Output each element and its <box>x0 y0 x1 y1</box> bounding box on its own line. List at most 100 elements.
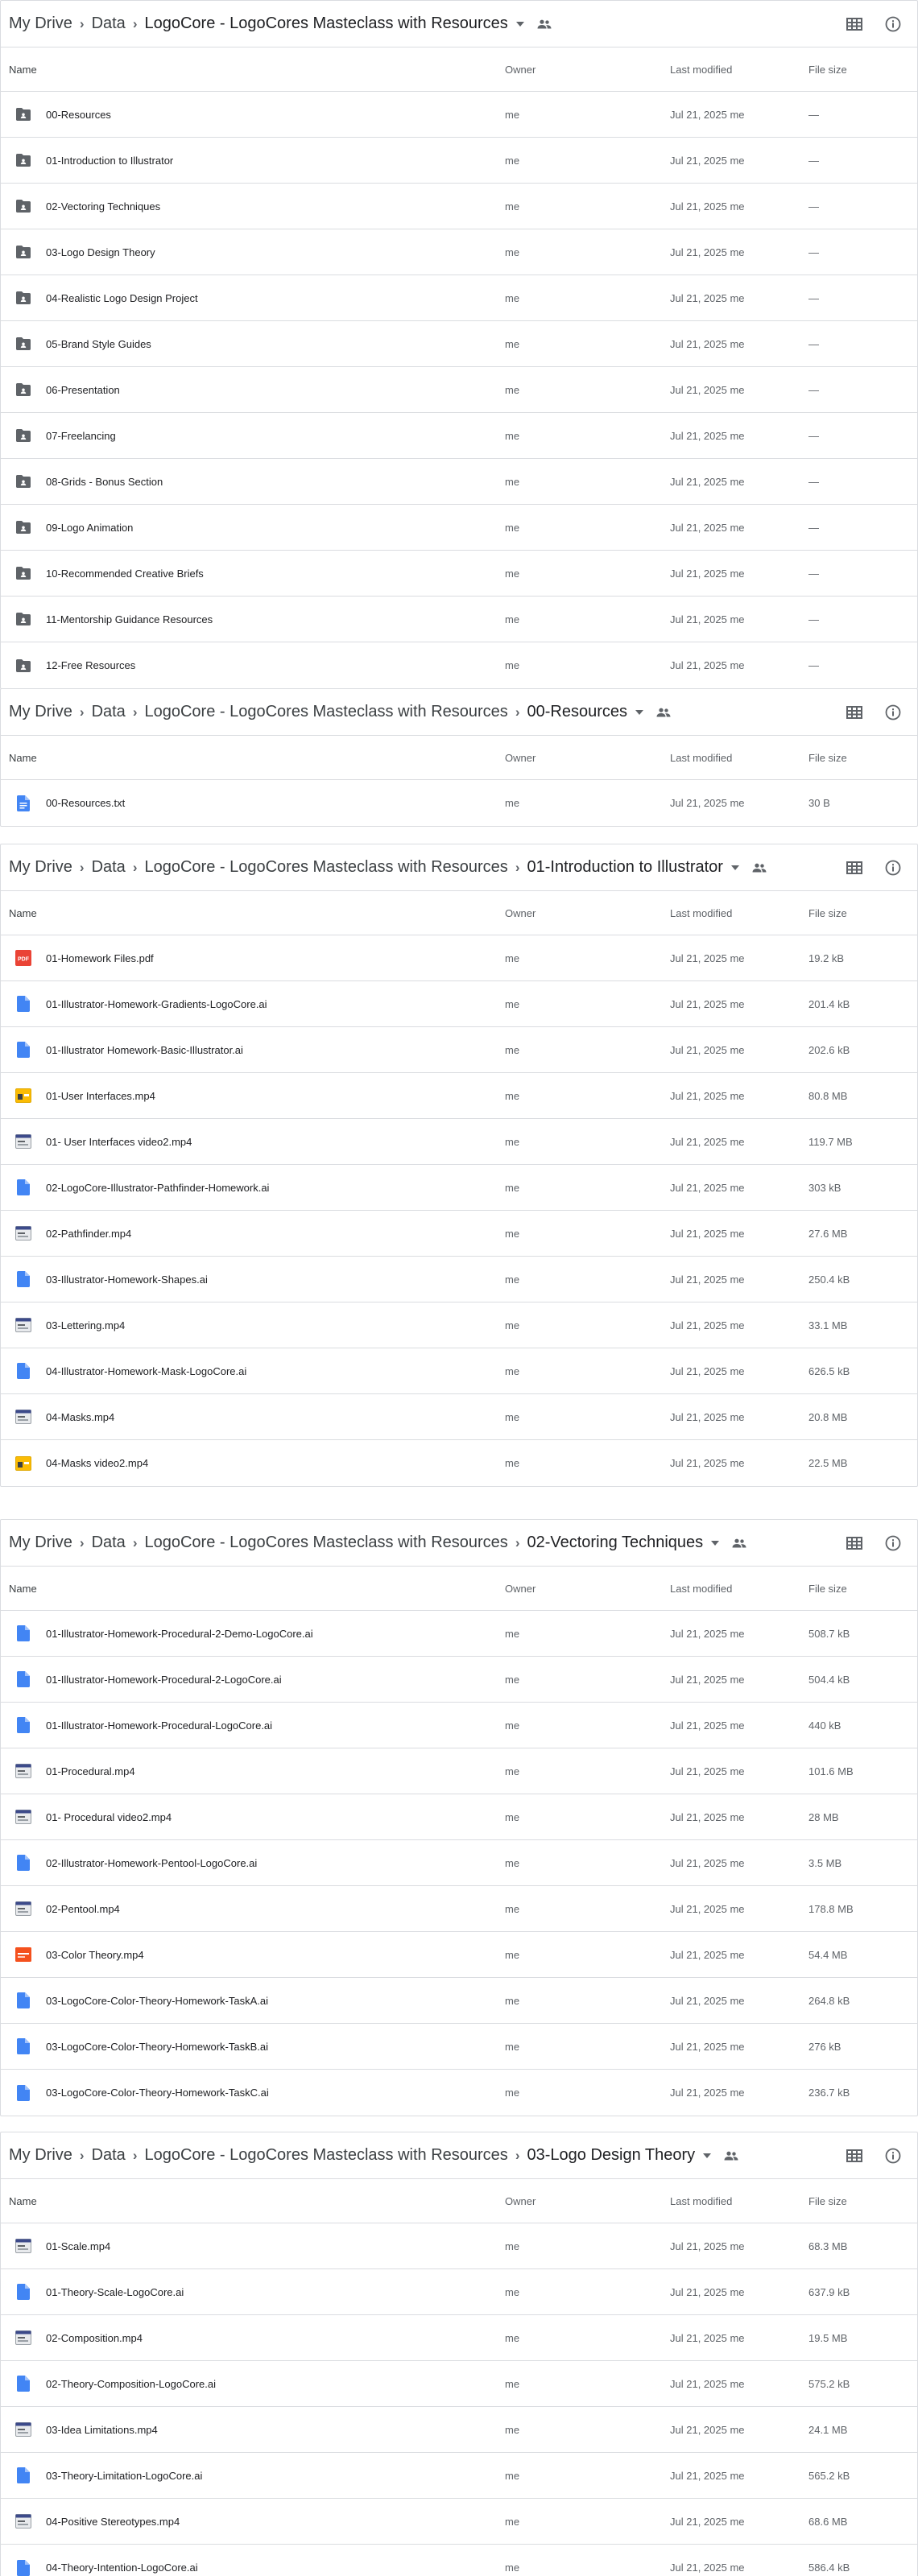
dropdown-arrow-icon[interactable] <box>515 21 524 27</box>
file-row[interactable]: 03-LogoCore-Color-Theory-Homework-TaskA.… <box>1 1978 917 2024</box>
file-name[interactable]: 09-Logo Animation <box>46 522 133 534</box>
file-row[interactable]: 02-Pathfinder.mp4 me Jul 21, 2025 me 27.… <box>1 1211 917 1257</box>
file-row[interactable]: 01- User Interfaces video2.mp4 me Jul 21… <box>1 1119 917 1165</box>
file-name[interactable]: 03-Lettering.mp4 <box>46 1319 125 1331</box>
breadcrumb-item[interactable]: My Drive <box>9 703 72 721</box>
breadcrumb-item[interactable]: LogoCore - LogoCores Masteclass with Res… <box>144 703 507 721</box>
file-name[interactable]: 12-Free Resources <box>46 659 135 671</box>
info-icon[interactable] <box>877 2140 909 2172</box>
file-name[interactable]: 03-Logo Design Theory <box>46 246 155 258</box>
file-name[interactable]: 03-LogoCore-Color-Theory-Homework-TaskA.… <box>46 1995 268 2007</box>
file-row[interactable]: 02-Pentool.mp4 me Jul 21, 2025 me 178.8 … <box>1 1886 917 1932</box>
column-header-owner[interactable]: Owner <box>505 64 670 76</box>
breadcrumb-item[interactable]: Data <box>92 1534 126 1552</box>
file-name[interactable]: 04-Realistic Logo Design Project <box>46 292 198 304</box>
file-row[interactable]: 03-Lettering.mp4 me Jul 21, 2025 me 33.1… <box>1 1302 917 1348</box>
column-header-owner[interactable]: Owner <box>505 1583 670 1595</box>
file-name[interactable]: 03-Theory-Limitation-LogoCore.ai <box>46 2470 202 2482</box>
file-name[interactable]: 01-Illustrator-Homework-Procedural-2-Log… <box>46 1674 282 1686</box>
file-name[interactable]: 01-Illustrator Homework-Basic-Illustrato… <box>46 1044 243 1056</box>
dropdown-arrow-icon[interactable] <box>730 865 739 870</box>
file-row[interactable]: 10-Recommended Creative Briefs me Jul 21… <box>1 551 917 597</box>
file-row[interactable]: 01-Illustrator-Homework-Procedural-2-Log… <box>1 1657 917 1703</box>
breadcrumb-item[interactable]: My Drive <box>9 2146 72 2165</box>
file-row[interactable]: 01-Illustrator-Homework-Procedural-LogoC… <box>1 1703 917 1748</box>
file-row[interactable]: 00-Resources.txt me Jul 21, 2025 me 30 B <box>1 780 917 826</box>
column-header-name[interactable]: Name <box>1 64 505 76</box>
file-row[interactable]: 04-Positive Stereotypes.mp4 me Jul 21, 2… <box>1 2499 917 2545</box>
file-row[interactable]: 11-Mentorship Guidance Resources me Jul … <box>1 597 917 642</box>
file-name[interactable]: 07-Freelancing <box>46 430 116 442</box>
file-name[interactable]: 02-Vectoring Techniques <box>46 200 160 213</box>
file-name[interactable]: 05-Brand Style Guides <box>46 338 151 350</box>
file-name[interactable]: 01-Illustrator-Homework-Procedural-LogoC… <box>46 1719 272 1732</box>
breadcrumb-item[interactable]: Data <box>92 703 126 721</box>
breadcrumb-item[interactable]: LogoCore - LogoCores Masteclass with Res… <box>144 1534 507 1552</box>
column-header-modified[interactable]: Last modified <box>670 64 808 76</box>
file-name[interactable]: 01-Illustrator-Homework-Gradients-LogoCo… <box>46 998 267 1010</box>
file-name[interactable]: 02-LogoCore-Illustrator-Pathfinder-Homew… <box>46 1182 269 1194</box>
column-header-size[interactable]: File size <box>808 907 917 919</box>
file-row[interactable]: 01-Theory-Scale-LogoCore.ai me Jul 21, 2… <box>1 2269 917 2315</box>
file-name[interactable]: 02-Illustrator-Homework-Pentool-LogoCore… <box>46 1857 257 1869</box>
column-header-modified[interactable]: Last modified <box>670 2195 808 2207</box>
dropdown-arrow-icon[interactable] <box>635 709 643 715</box>
file-row[interactable]: 09-Logo Animation me Jul 21, 2025 me — <box>1 505 917 551</box>
file-row[interactable]: 03-Illustrator-Homework-Shapes.ai me Jul… <box>1 1257 917 1302</box>
file-name[interactable]: 03-Color Theory.mp4 <box>46 1949 144 1961</box>
breadcrumb-item[interactable]: 02-Vectoring Techniques <box>527 1534 703 1552</box>
file-name[interactable]: 01-Scale.mp4 <box>46 2240 110 2252</box>
breadcrumb-item[interactable]: My Drive <box>9 1534 72 1552</box>
breadcrumb-item[interactable]: 03-Logo Design Theory <box>527 2146 695 2165</box>
column-header-name[interactable]: Name <box>1 907 505 919</box>
grid-view-icon[interactable] <box>838 8 870 40</box>
file-name[interactable]: 01-Procedural.mp4 <box>46 1765 135 1777</box>
dropdown-arrow-icon[interactable] <box>711 1540 720 1546</box>
breadcrumb-item[interactable]: My Drive <box>9 14 72 33</box>
breadcrumb-item[interactable]: LogoCore - LogoCores Masteclass with Res… <box>144 2146 507 2165</box>
file-name[interactable]: 01- Procedural video2.mp4 <box>46 1811 172 1823</box>
file-row[interactable]: PDF 01-Homework Files.pdf me Jul 21, 202… <box>1 935 917 981</box>
info-icon[interactable] <box>877 852 909 884</box>
column-header-owner[interactable]: Owner <box>505 2195 670 2207</box>
file-name[interactable]: 06-Presentation <box>46 384 120 396</box>
info-icon[interactable] <box>877 8 909 40</box>
file-row[interactable]: 07-Freelancing me Jul 21, 2025 me — <box>1 413 917 459</box>
file-row[interactable]: 03-Theory-Limitation-LogoCore.ai me Jul … <box>1 2453 917 2499</box>
file-row[interactable]: 03-Idea Limitations.mp4 me Jul 21, 2025 … <box>1 2407 917 2453</box>
file-name[interactable]: 04-Illustrator-Homework-Mask-LogoCore.ai <box>46 1365 246 1377</box>
file-name[interactable]: 00-Resources <box>46 109 111 121</box>
file-row[interactable]: 04-Realistic Logo Design Project me Jul … <box>1 275 917 321</box>
file-row[interactable]: 01-Illustrator-Homework-Gradients-LogoCo… <box>1 981 917 1027</box>
file-name[interactable]: 01-Illustrator-Homework-Procedural-2-Dem… <box>46 1628 313 1640</box>
file-name[interactable]: 01-User Interfaces.mp4 <box>46 1090 155 1102</box>
file-row[interactable]: 06-Presentation me Jul 21, 2025 me — <box>1 367 917 413</box>
file-row[interactable]: 01- Procedural video2.mp4 me Jul 21, 202… <box>1 1794 917 1840</box>
file-name[interactable]: 02-Composition.mp4 <box>46 2332 143 2344</box>
file-row[interactable]: 01-Scale.mp4 me Jul 21, 2025 me 68.3 MB <box>1 2223 917 2269</box>
file-row[interactable]: 04-Masks video2.mp4 me Jul 21, 2025 me 2… <box>1 1440 917 1486</box>
breadcrumb-item[interactable]: 00-Resources <box>527 703 627 721</box>
column-header-modified[interactable]: Last modified <box>670 752 808 764</box>
file-row[interactable]: 03-Color Theory.mp4 me Jul 21, 2025 me 5… <box>1 1932 917 1978</box>
file-name[interactable]: 04-Theory-Intention-LogoCore.ai <box>46 2562 198 2574</box>
file-name[interactable]: 03-Illustrator-Homework-Shapes.ai <box>46 1274 208 1286</box>
file-name[interactable]: 03-LogoCore-Color-Theory-Homework-TaskC.… <box>46 2087 269 2099</box>
file-row[interactable]: 01-Introduction to Illustrator me Jul 21… <box>1 138 917 184</box>
file-name[interactable]: 04-Masks video2.mp4 <box>46 1457 148 1469</box>
breadcrumb-item[interactable]: 01-Introduction to Illustrator <box>527 858 722 877</box>
grid-view-icon[interactable] <box>838 2140 870 2172</box>
file-row[interactable]: 00-Resources me Jul 21, 2025 me — <box>1 92 917 138</box>
file-row[interactable]: 03-Logo Design Theory me Jul 21, 2025 me… <box>1 229 917 275</box>
file-name[interactable]: 08-Grids - Bonus Section <box>46 476 163 488</box>
column-header-size[interactable]: File size <box>808 752 917 764</box>
breadcrumb-item[interactable]: LogoCore - LogoCores Masteclass with Res… <box>144 14 507 33</box>
file-row[interactable]: 04-Illustrator-Homework-Mask-LogoCore.ai… <box>1 1348 917 1394</box>
file-row[interactable]: 03-LogoCore-Color-Theory-Homework-TaskC.… <box>1 2070 917 2116</box>
breadcrumb-item[interactable]: Data <box>92 858 126 877</box>
file-name[interactable]: 04-Positive Stereotypes.mp4 <box>46 2516 180 2528</box>
grid-view-icon[interactable] <box>838 852 870 884</box>
file-row[interactable]: 02-Vectoring Techniques me Jul 21, 2025 … <box>1 184 917 229</box>
column-header-modified[interactable]: Last modified <box>670 1583 808 1595</box>
file-row[interactable]: 02-Illustrator-Homework-Pentool-LogoCore… <box>1 1840 917 1886</box>
